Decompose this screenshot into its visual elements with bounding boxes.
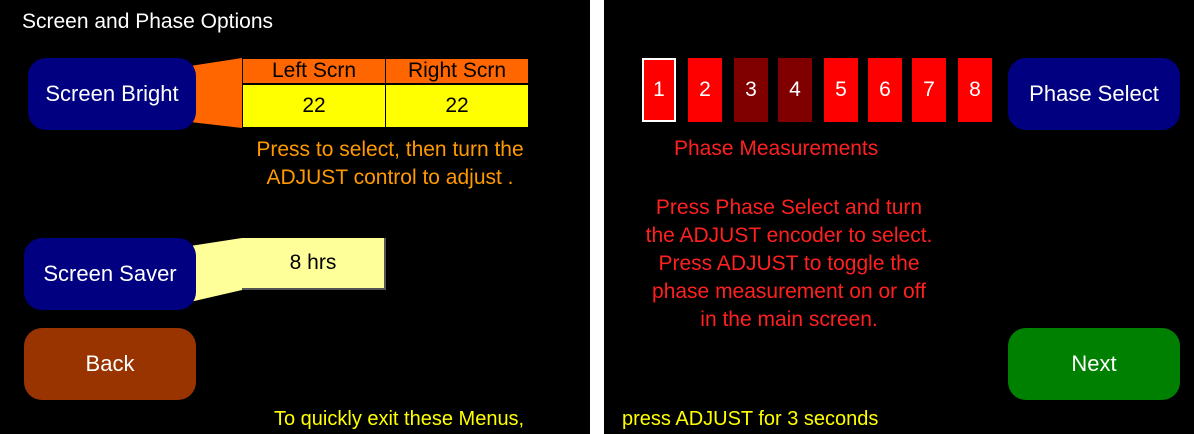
phase-1-button[interactable]: 1 xyxy=(642,58,676,122)
phase-5-button[interactable]: 5 xyxy=(824,58,858,122)
phase-8-button[interactable]: 8 xyxy=(958,58,992,122)
bright-hint: Press to select, then turn the ADJUST co… xyxy=(256,138,524,189)
right-scrn-value[interactable]: 22 xyxy=(385,84,529,128)
right-scrn-header: Right Scrn xyxy=(385,58,529,84)
exit-hint-part1: To quickly exit these Menus, xyxy=(274,408,525,430)
right-screen: 12345678 Phase Select Phase Measurements… xyxy=(604,0,1194,434)
phase-select-button[interactable]: Phase Select xyxy=(1008,58,1180,130)
phase-3-button[interactable]: 3 xyxy=(734,58,768,122)
exit-hint-part2: press ADJUST for 3 seconds xyxy=(622,408,879,430)
phase-7-button[interactable]: 7 xyxy=(912,58,946,122)
phase-6-button[interactable]: 6 xyxy=(868,58,902,122)
saver-connector xyxy=(190,238,242,302)
left-scrn-value[interactable]: 22 xyxy=(242,84,386,128)
phase-hint: Press Phase Select and turn the ADJUST e… xyxy=(645,196,933,331)
screen-saver-button[interactable]: Screen Saver xyxy=(24,238,196,310)
back-button[interactable]: Back xyxy=(24,328,196,400)
next-button[interactable]: Next xyxy=(1008,328,1180,400)
left-scrn-header: Left Scrn xyxy=(242,58,386,84)
phase-2-button[interactable]: 2 xyxy=(688,58,722,122)
screen-saver-value[interactable]: 8 hrs xyxy=(242,238,386,290)
screen-bright-button[interactable]: Screen Bright xyxy=(28,58,196,130)
phase-4-button[interactable]: 4 xyxy=(778,58,812,122)
left-screen: Screen and Phase Options Screen Bright L… xyxy=(0,0,590,434)
bright-connector xyxy=(190,58,242,128)
phase-measurements-label: Phase Measurements xyxy=(674,137,879,160)
